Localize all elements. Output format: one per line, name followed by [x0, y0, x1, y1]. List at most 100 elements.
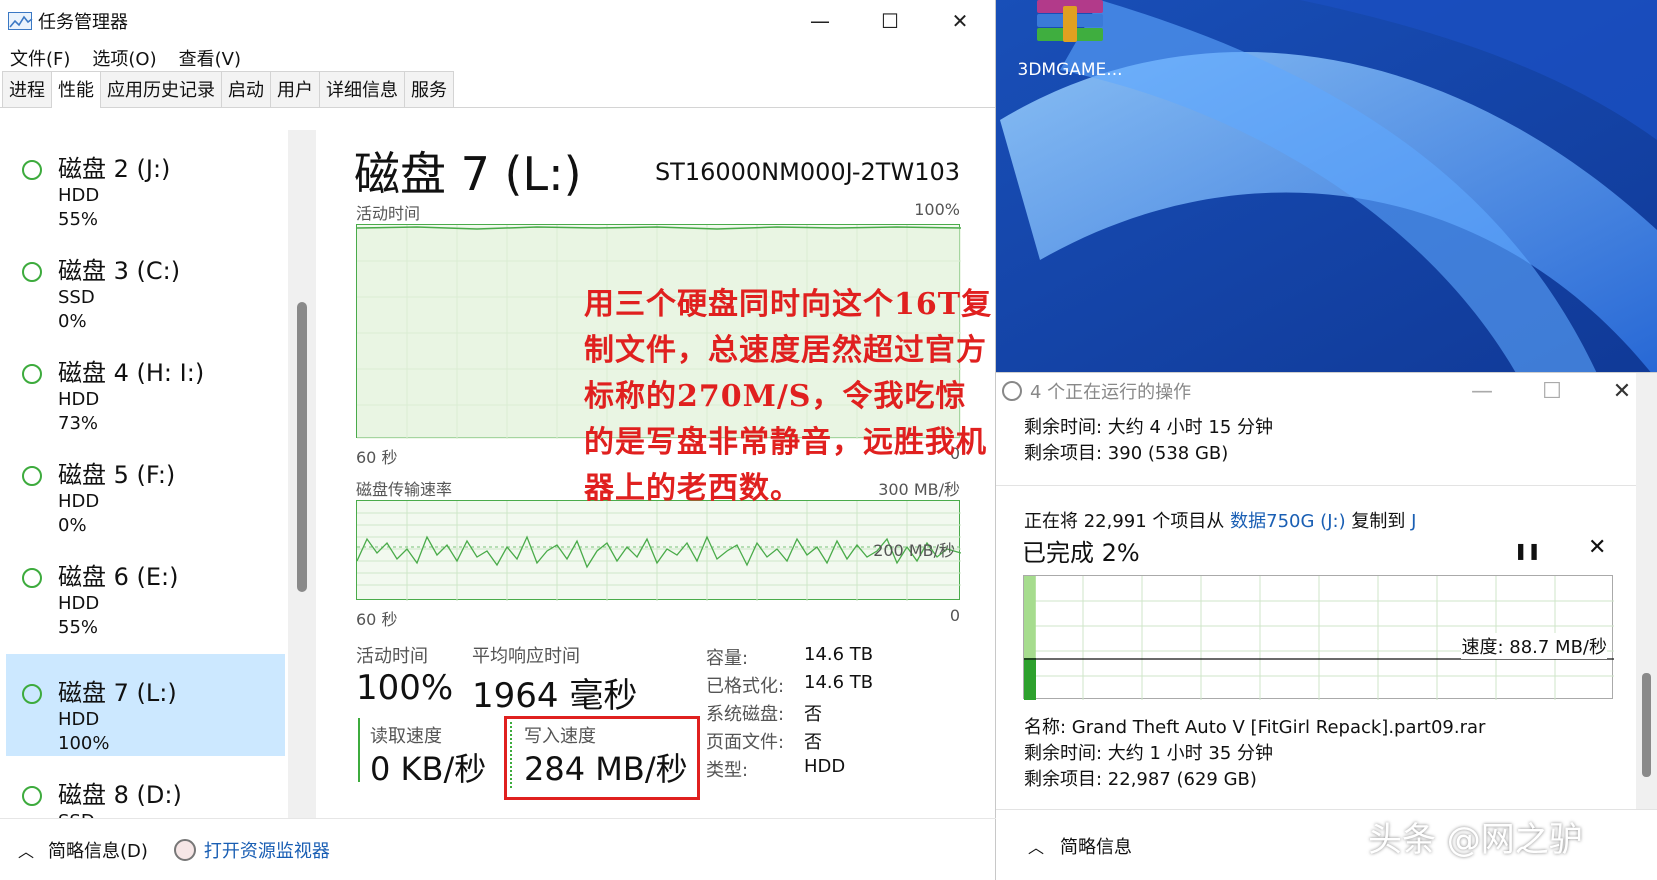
prop-system-disk-key: 系统磁盘: — [706, 704, 785, 725]
desktop-icon-label: 3DMGAME... — [1017, 60, 1123, 80]
active-time-graph-label: 活动时间 — [356, 204, 421, 223]
disk-usage: 0% — [58, 311, 87, 332]
chevron-up-icon[interactable]: ︿ — [1028, 834, 1044, 858]
chevron-up-icon[interactable]: ︿ — [18, 838, 34, 862]
copy-file-name: 名称: Grand Theft Auto V [FitGirl Repack].… — [1024, 717, 1486, 738]
prop-formatted-value: 14.6 TB — [804, 672, 874, 693]
annotation-text: 用三个硬盘同时向这个16T复制文件，总速度居然超过官方标称的270M/S，令我吃… — [584, 287, 993, 506]
winrar-icon — [1037, 0, 1103, 52]
tab-details[interactable]: 详细信息 — [319, 71, 405, 107]
sidebar-item-disk-3[interactable]: 磁盘 3 (C:) SSD 0% — [6, 232, 285, 334]
tab-services[interactable]: 服务 — [404, 71, 454, 107]
copy-summary-button[interactable]: 简略信息 — [1060, 833, 1132, 859]
sidebar-item-disk-7[interactable]: 磁盘 7 (L:) HDD 100% — [6, 654, 285, 756]
disk-status-icon — [22, 684, 42, 704]
stat-active-time-value: 100% — [356, 668, 454, 708]
disk-usage: 100% — [58, 733, 110, 754]
disk-type: SSD — [58, 287, 95, 308]
menu-view[interactable]: 查看(V) — [179, 45, 241, 71]
sidebar-item-disk-6[interactable]: 磁盘 6 (E:) HDD 55% — [6, 538, 285, 640]
prop-page-file-key: 页面文件: — [706, 732, 785, 753]
close-button[interactable]: ✕ — [925, 0, 995, 42]
prop-capacity-key: 容量: — [706, 648, 749, 669]
remaining-items-2: 剩余项目: 22,987 (629 GB) — [1024, 769, 1257, 790]
minimize-button[interactable]: — — [785, 0, 855, 42]
sidebar-item-disk-5[interactable]: 磁盘 5 (F:) HDD 0% — [6, 436, 285, 538]
copy-maximize-button[interactable]: ☐ — [1517, 373, 1587, 409]
disk-title: 磁盘 7 (L:) — [354, 147, 582, 201]
sidebar-item-disk-8[interactable]: 磁盘 8 (D:) SSD — [6, 756, 285, 818]
disk-status-icon — [22, 262, 42, 282]
sidebar-item-disk-2[interactable]: 磁盘 2 (J:) HDD 55% — [6, 130, 285, 232]
prop-page-file-value: 否 — [804, 732, 822, 753]
stat-active-time-label: 活动时间 — [356, 646, 428, 667]
task-manager-footer: ︿ 简略信息(D) 打开资源监视器 — [0, 818, 996, 880]
disk-name: 磁盘 6 (E:) — [58, 563, 179, 591]
tab-users[interactable]: 用户 — [270, 71, 320, 107]
copy-destination-link[interactable]: J — [1411, 511, 1416, 532]
copy-title-bar[interactable]: 4 个正在运行的操作 — ☐ ✕ — [996, 373, 1657, 409]
watermark: 头条 @网之驴 — [1368, 820, 1583, 860]
transfer-rate-graph-grid — [357, 501, 961, 601]
disk-status-icon — [22, 466, 42, 486]
maximize-button[interactable]: ☐ — [855, 0, 925, 42]
sidebar-item-disk-4[interactable]: 磁盘 4 (H: I:) HDD 73% — [6, 334, 285, 436]
pause-icon[interactable]: ❚❚ — [1514, 541, 1541, 560]
disk-type: HDD — [58, 709, 100, 730]
read-speed-indicator — [358, 718, 360, 782]
disk-type: HDD — [58, 389, 100, 410]
disk-type: HDD — [58, 491, 100, 512]
menu-file[interactable]: 文件(F) — [10, 45, 70, 71]
cancel-icon[interactable]: ✕ — [1588, 535, 1606, 560]
disk-name: 磁盘 4 (H: I:) — [58, 359, 205, 387]
summary-view-button[interactable]: 简略信息(D) — [48, 837, 148, 863]
window-title: 任务管理器 — [38, 12, 128, 33]
disk-status-icon — [22, 786, 42, 806]
disk-name: 磁盘 2 (J:) — [58, 155, 171, 183]
disk-model: ST16000NM000J-2TW103 — [654, 158, 960, 186]
copy-description: 正在将 22,991 个项目从 数据750G (J:) 复制到 J — [1024, 507, 1416, 533]
copy-source-link[interactable]: 数据750G (J:) — [1230, 511, 1345, 532]
prop-type-value: HDD — [804, 756, 846, 777]
tab-processes[interactable]: 进程 — [2, 71, 52, 107]
transfer-rate-graph-axis-right: 0 — [949, 606, 960, 625]
disk-sidebar: 磁盘 2 (J:) HDD 55% 磁盘 3 (C:) SSD 0% 磁盘 4 … — [0, 130, 300, 818]
scrollbar-thumb[interactable] — [297, 302, 307, 592]
prop-capacity-value: 14.6 TB — [804, 644, 874, 665]
open-resource-monitor-link[interactable]: 打开资源监视器 — [204, 837, 330, 863]
copy-progress-dialog: 4 个正在运行的操作 — ☐ ✕ 剩余时间: 大约 4 小时 15 分钟 剩余项… — [996, 372, 1657, 880]
desktop-icon-3dmgame[interactable]: 3DMGAME... — [1000, 0, 1140, 80]
stat-read-speed-value: 0 KB/秒 — [370, 750, 487, 788]
copy-prefix: 正在将 22,991 个项目从 — [1024, 511, 1231, 532]
disk-name: 磁盘 8 (D:) — [58, 781, 182, 809]
disk-name: 磁盘 5 (F:) — [58, 461, 176, 489]
tab-performance[interactable]: 性能 — [51, 71, 101, 108]
clock-icon — [1002, 381, 1022, 401]
stat-write-speed-value: 284 MB/秒 — [524, 750, 688, 788]
prop-system-disk-value: 否 — [804, 704, 822, 725]
copy-dialog-title: 4 个正在运行的操作 — [1030, 382, 1192, 403]
transfer-rate-graph-axis-left: 60 秒 — [356, 610, 398, 629]
remaining-items-1: 剩余项目: 390 (538 GB) — [1024, 443, 1229, 464]
disk-name: 磁盘 7 (L:) — [58, 679, 177, 707]
tab-app-history[interactable]: 应用历史记录 — [100, 71, 222, 107]
disk-name: 磁盘 3 (C:) — [58, 257, 181, 285]
stat-avg-response-value: 1964 毫秒 — [472, 676, 638, 716]
disk-status-icon — [22, 160, 42, 180]
disk-status-icon — [22, 364, 42, 384]
stat-avg-response-label: 平均响应时间 — [472, 646, 580, 667]
prop-type-key: 类型: — [706, 760, 749, 781]
scrollbar-thumb[interactable] — [1642, 673, 1651, 777]
divider — [996, 485, 1636, 486]
copy-scrollbar[interactable] — [1636, 373, 1657, 809]
tab-startup[interactable]: 启动 — [221, 71, 271, 107]
tab-bar: 进程 性能 应用历史记录 启动 用户 详细信息 服务 — [0, 71, 995, 108]
disk-type: HDD — [58, 185, 100, 206]
disk-type: SSD — [58, 810, 285, 818]
sidebar-scrollbar[interactable] — [288, 130, 316, 818]
copy-minimize-button[interactable]: — — [1447, 373, 1517, 409]
prop-formatted-key: 已格式化: — [706, 676, 785, 697]
write-speed-indicator — [510, 722, 512, 788]
title-bar[interactable]: 任务管理器 — ☐ ✕ — [0, 0, 995, 42]
menu-options[interactable]: 选项(O) — [92, 45, 156, 71]
